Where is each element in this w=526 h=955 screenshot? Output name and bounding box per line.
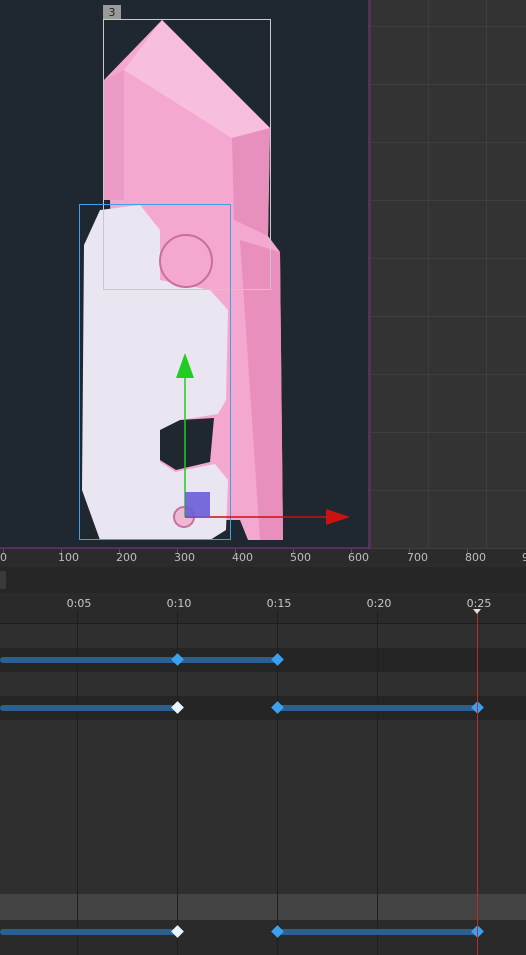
timeline-panel[interactable]: 0:05 0:10 0:15 0:20 0:25 (0, 593, 526, 955)
playhead-marker-icon[interactable] (473, 609, 481, 614)
track-row[interactable] (0, 672, 526, 696)
time-gridline (377, 611, 378, 955)
ruler-label: 0 (0, 551, 7, 564)
ruler-label: 700 (407, 551, 428, 564)
time-label: 0:15 (266, 597, 292, 610)
ruler-label: 500 (290, 551, 311, 564)
viewport-grid (370, 0, 526, 549)
group-header-row[interactable] (0, 894, 526, 920)
time-label: 0:05 (66, 597, 92, 610)
ruler-label: 100 (58, 551, 79, 564)
time-ruler[interactable]: 0:05 0:10 0:15 0:20 0:25 (0, 593, 526, 624)
ruler-label: 9 (522, 551, 526, 564)
tween-bar[interactable] (0, 657, 177, 663)
animation-viewport[interactable]: 3 (0, 0, 526, 549)
track-row[interactable] (0, 920, 526, 955)
ruler-label: 400 (232, 551, 253, 564)
ruler-label: 800 (465, 551, 486, 564)
horizontal-ruler: 0 100 200 300 400 500 600 700 800 9 (0, 549, 526, 567)
panel-splitter[interactable] (0, 567, 526, 593)
ruler-label: 200 (116, 551, 137, 564)
viewport-canvas[interactable]: 3 (0, 0, 526, 549)
tween-bar[interactable] (0, 929, 177, 935)
track-row[interactable] (0, 624, 526, 648)
bone-label: 3 (109, 6, 116, 19)
empty-track-area[interactable] (0, 720, 526, 894)
tween-bar[interactable] (0, 705, 177, 711)
ruler-label: 300 (174, 551, 195, 564)
playhead-line[interactable] (477, 611, 478, 955)
tween-bar[interactable] (277, 929, 477, 935)
ruler-label: 600 (348, 551, 369, 564)
time-label: 0:10 (166, 597, 192, 610)
time-label: 0:20 (366, 597, 392, 610)
gizmo-center-handle[interactable] (185, 492, 210, 517)
tween-bar[interactable] (177, 657, 277, 663)
tween-bar[interactable] (277, 705, 477, 711)
timeline-scroll-handle[interactable] (0, 571, 6, 589)
